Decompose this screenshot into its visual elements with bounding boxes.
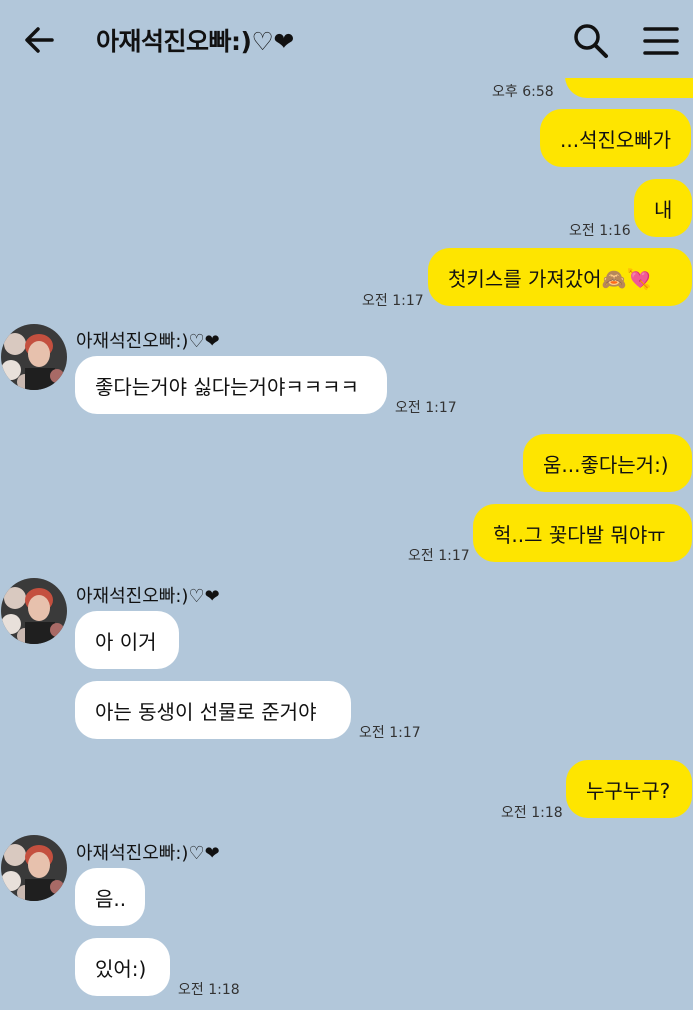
search-icon[interactable] [572, 22, 610, 60]
my-message-bubble[interactable]: 누구누구? [566, 760, 692, 818]
avatar[interactable] [1, 835, 67, 901]
my-message-bubble[interactable]: 내 [634, 179, 692, 237]
message-time: 오전 1:17 [395, 400, 457, 416]
their-message-bubble[interactable]: 좋다는거야 싫다는거야ㅋㅋㅋㅋ [75, 356, 387, 414]
message-time: 오전 1:16 [569, 223, 631, 239]
sender-name: 아재석진오빠:)♡❤ [76, 331, 220, 352]
their-message-bubble[interactable]: 아는 동생이 선물로 준거야 [75, 681, 351, 739]
message-time: 오후 6:58 [492, 84, 554, 100]
their-message-bubble[interactable]: 아 이거 [75, 611, 179, 669]
their-message-bubble[interactable]: 음.. [75, 868, 145, 926]
my-message-bubble[interactable]: 움...좋다는거:) [523, 434, 692, 492]
my-message-bubble[interactable]: 헉..그 꽃다발 뭐야ㅠ [473, 504, 692, 562]
menu-icon[interactable] [642, 22, 680, 60]
message-time: 오전 1:17 [359, 725, 421, 741]
message-time: 오전 1:18 [178, 982, 240, 998]
sender-name: 아재석진오빠:)♡❤ [76, 586, 220, 607]
avatar[interactable] [1, 578, 67, 644]
sender-name: 아재석진오빠:)♡❤ [76, 843, 220, 864]
their-message-bubble[interactable]: 있어:) [75, 938, 170, 996]
message-time: 오전 1:17 [362, 293, 424, 309]
back-arrow-icon[interactable] [22, 22, 58, 58]
my-message-bubble[interactable]: ...석진오빠가 [540, 109, 691, 167]
chat-title: 아재석진오빠:)♡❤ [96, 27, 294, 56]
my-message-bubble[interactable]: 첫키스를 가져갔어🙈💘 [428, 248, 692, 306]
chat-header: 아재석진오빠:)♡❤ [0, 0, 693, 78]
avatar[interactable] [1, 324, 67, 390]
message-time: 오전 1:18 [501, 805, 563, 821]
message-time: 오전 1:17 [408, 548, 470, 564]
